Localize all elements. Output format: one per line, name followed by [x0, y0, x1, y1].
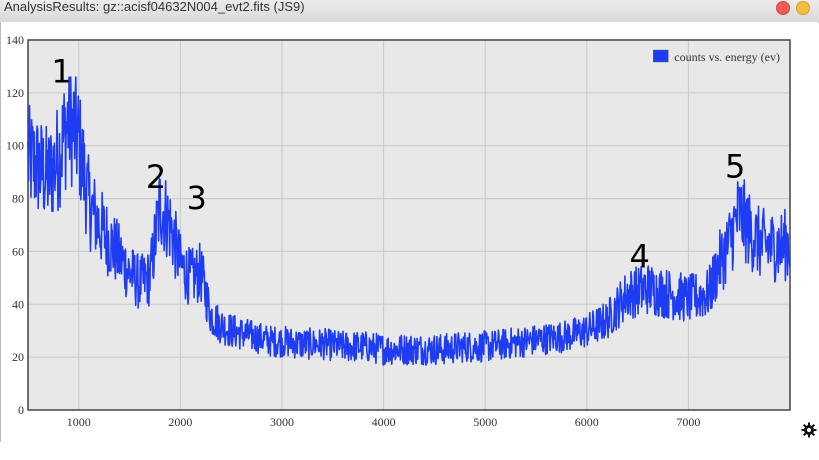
window-titlebar[interactable]: AnalysisResults: gz::acisf04632N004_evt2… — [0, 0, 819, 23]
y-tick-label: 120 — [6, 86, 24, 100]
x-tick-label: 1000 — [67, 415, 91, 429]
chart-panel: 1000 2000 3000 4000 5000 6000 7000 0 20 40 60 80 100… — [0, 22, 818, 442]
gear-icon[interactable] — [801, 422, 817, 438]
y-tick-label: 140 — [6, 33, 24, 47]
close-icon[interactable] — [776, 1, 790, 15]
peak-label-5: 5 — [725, 147, 745, 185]
x-tick-label: 7000 — [676, 415, 700, 429]
y-tick-label: 100 — [6, 139, 24, 153]
y-tick-label: 80 — [12, 192, 24, 206]
y-tick-label: 60 — [12, 244, 24, 258]
peak-label-3: 3 — [186, 179, 206, 217]
legend-swatch — [653, 49, 669, 63]
peak-label-4: 4 — [629, 237, 649, 275]
y-tick-label: 0 — [18, 403, 24, 417]
x-tick-label: 2000 — [168, 415, 192, 429]
x-tick-label: 4000 — [372, 415, 396, 429]
y-tick-label: 40 — [12, 297, 24, 311]
legend-label: counts vs. energy (ev) — [674, 50, 780, 64]
peak-label-2: 2 — [146, 158, 166, 196]
y-tick-label: 20 — [12, 350, 24, 364]
x-tick-label: 6000 — [575, 415, 599, 429]
minimize-icon[interactable] — [796, 1, 810, 15]
window-title: AnalysisResults: gz::acisf04632N004_evt2… — [4, 0, 305, 14]
spectrum-chart[interactable]: 1000 2000 3000 4000 5000 6000 7000 0 20 40 60 80 100… — [1, 22, 818, 442]
peak-label-1: 1 — [51, 52, 71, 90]
x-tick-label: 5000 — [473, 415, 497, 429]
x-tick-label: 3000 — [270, 415, 294, 429]
